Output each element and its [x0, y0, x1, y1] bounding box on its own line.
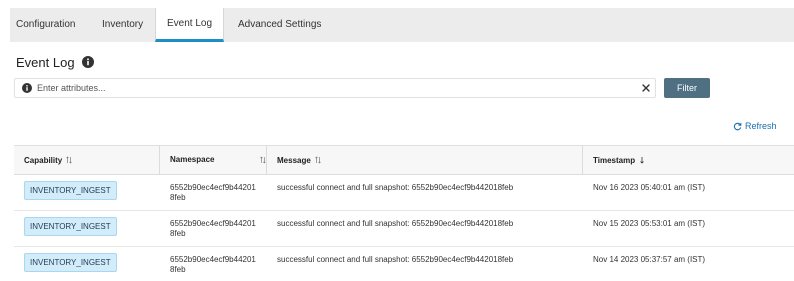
- column-header-namespace[interactable]: Namespace: [160, 146, 267, 174]
- tab-advanced-settings[interactable]: Advanced Settings: [238, 8, 321, 42]
- namespace-cell: 6552b90ec4ecf9b442018feb: [170, 219, 256, 238]
- column-header-capability[interactable]: Capability: [14, 146, 160, 174]
- namespace-cell: 6552b90ec4ecf9b442018feb: [170, 255, 256, 274]
- column-header-timestamp[interactable]: Timestamp: [583, 146, 794, 174]
- message-cell: successful connect and full snapshot: 65…: [277, 183, 514, 192]
- info-icon[interactable]: [81, 56, 94, 68]
- refresh-link[interactable]: Refresh: [733, 121, 777, 131]
- message-cell: successful connect and full snapshot: 65…: [277, 219, 514, 228]
- table-row[interactable]: INVENTORY_INGEST 6552b90ec4ecf9b442018fe…: [14, 175, 794, 211]
- tab-inventory[interactable]: Inventory: [102, 8, 143, 42]
- tab-bar: Configuration Inventory Event Log Advanc…: [10, 8, 794, 42]
- refresh-icon: [733, 122, 742, 130]
- timestamp-cell: Nov 16 2023 05:40:01 am (IST): [593, 183, 706, 192]
- column-header-message[interactable]: Message: [267, 146, 583, 174]
- clear-icon[interactable]: [641, 83, 651, 93]
- filter-attributes-input[interactable]: [37, 80, 637, 96]
- capability-badge: INVENTORY_INGEST: [24, 181, 117, 200]
- timestamp-cell: Nov 14 2023 05:37:57 am (IST): [593, 255, 706, 264]
- sort-icon: [315, 156, 321, 164]
- table-row[interactable]: INVENTORY_INGEST 6552b90ec4ecf9b442018fe…: [14, 211, 794, 247]
- tab-configuration[interactable]: Configuration: [16, 8, 75, 42]
- page-header: Event Log: [16, 53, 94, 71]
- namespace-cell: 6552b90ec4ecf9b442018feb: [170, 183, 256, 202]
- message-cell: successful connect and full snapshot: 65…: [277, 255, 514, 264]
- sort-descending-icon: [640, 157, 644, 164]
- event-log-table: Capability Namespace Message Timestamp I…: [14, 145, 794, 281]
- table-row[interactable]: INVENTORY_INGEST 6552b90ec4ecf9b442018fe…: [14, 247, 794, 281]
- refresh-label: Refresh: [745, 121, 777, 131]
- capability-badge: INVENTORY_INGEST: [24, 253, 117, 272]
- sort-icon: [260, 156, 266, 164]
- capability-badge: INVENTORY_INGEST: [24, 217, 117, 236]
- timestamp-cell: Nov 15 2023 05:53:01 am (IST): [593, 219, 706, 228]
- page-title: Event Log: [16, 54, 75, 70]
- table-header: Capability Namespace Message Timestamp: [14, 146, 794, 175]
- filter-bar: [14, 78, 656, 98]
- filter-button[interactable]: Filter: [664, 78, 710, 98]
- sort-icon: [66, 156, 72, 164]
- info-icon: [22, 83, 32, 93]
- tab-event-log[interactable]: Event Log: [155, 8, 224, 42]
